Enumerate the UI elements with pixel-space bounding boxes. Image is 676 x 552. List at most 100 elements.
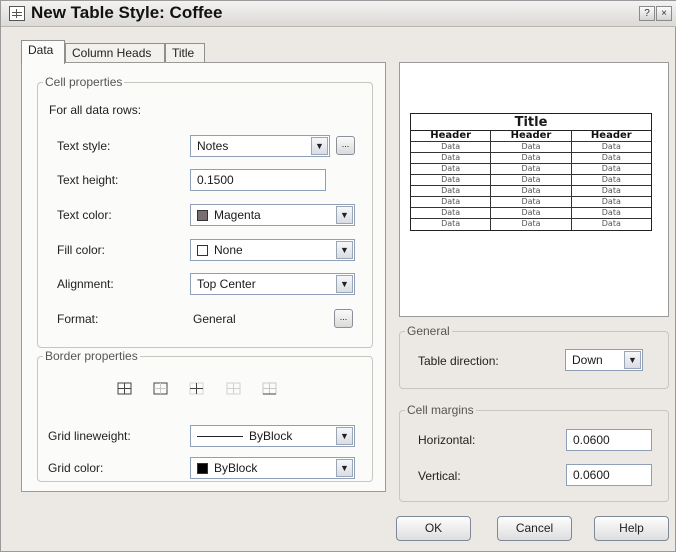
preview-title: Title (411, 114, 651, 131)
help-button[interactable]: Help (594, 516, 669, 541)
preview-data-cell: Data (491, 219, 572, 230)
preview-data-cell: Data (411, 208, 492, 218)
table-direction-value: Down (572, 353, 603, 367)
cell-properties-label: Cell properties (43, 75, 125, 89)
vertical-margin-value: 0.0600 (573, 468, 610, 482)
preview-data-cell: Data (601, 197, 621, 206)
table-style-app-icon (9, 6, 25, 21)
horizontal-label: Horizontal: (418, 433, 476, 447)
chevron-down-icon[interactable]: ▼ (624, 351, 641, 369)
preview-data-cell: Data (491, 197, 572, 207)
preview-data-cell: Data (601, 164, 621, 173)
text-color-select[interactable]: Magenta ▼ (190, 204, 355, 226)
format-browse-button[interactable]: ... (334, 309, 353, 328)
preview-data-cell: Data (601, 142, 621, 151)
horizontal-margin-value: 0.0600 (573, 433, 610, 447)
grid-lineweight-select[interactable]: ByBlock ▼ (190, 425, 355, 447)
fill-color-value: None (214, 243, 243, 257)
inside-borders-icon[interactable] (187, 379, 207, 399)
for-all-data-rows-label: For all data rows: (49, 103, 142, 117)
chevron-down-icon[interactable]: ▼ (336, 275, 353, 293)
preview-data-cell: Data (491, 186, 572, 196)
text-height-label: Text height: (57, 173, 119, 187)
color-swatch-icon (197, 463, 208, 474)
preview-table: Title Header Header Header Data Data Data D… (410, 113, 652, 231)
chevron-down-icon[interactable]: ▼ (311, 137, 328, 155)
cell-margins-label: Cell margins (405, 403, 476, 417)
all-borders-icon[interactable] (115, 379, 135, 399)
preview-data-row: Data Data Data (411, 186, 651, 197)
preview-data-row: Data Data Data (411, 175, 651, 186)
cell-margins-group: Cell margins Horizontal: 0.0600 Vertical… (399, 403, 669, 502)
outside-borders-icon[interactable] (151, 379, 171, 399)
alignment-label: Alignment: (57, 277, 114, 291)
grid-lineweight-value: ByBlock (249, 429, 293, 443)
table-direction-select[interactable]: Down ▼ (565, 349, 643, 371)
alignment-select[interactable]: Top Center ▼ (190, 273, 355, 295)
vertical-margin-field[interactable]: 0.0600 (566, 464, 652, 486)
preview-data-cell: Data (601, 208, 621, 217)
tab-data[interactable]: Data (21, 40, 65, 64)
cancel-button[interactable]: Cancel (497, 516, 572, 541)
preview-header-cell: Header (590, 130, 632, 141)
preview-data-cell: Data (491, 142, 572, 152)
preview-data-row: Data Data Data (411, 164, 651, 175)
general-group: General Table direction: Down ▼ (399, 324, 669, 389)
text-style-select[interactable]: Notes ▼ (190, 135, 330, 157)
preview-header-cell: Header (411, 131, 492, 141)
preview-data-cell: Data (491, 164, 572, 174)
cell-properties-group: Cell properties For all data rows: Text … (37, 75, 373, 348)
preview-header-row: Header Header Header (411, 131, 651, 142)
horizontal-margin-field[interactable]: 0.0600 (566, 429, 652, 451)
preview-data-cell: Data (491, 208, 572, 218)
table-style-dialog: New Table Style: Coffee ? × Data Column … (0, 0, 676, 552)
tab-column-heads[interactable]: Column Heads (65, 43, 165, 63)
preview-data-cell: Data (411, 164, 492, 174)
data-tab-panel: Cell properties For all data rows: Text … (21, 62, 386, 492)
grid-color-select[interactable]: ByBlock ▼ (190, 457, 355, 479)
fill-color-select[interactable]: None ▼ (190, 239, 355, 261)
border-properties-group: Border properties Grid lineweight: ByBlo… (37, 349, 373, 482)
chevron-down-icon[interactable]: ▼ (336, 427, 353, 445)
border-properties-label: Border properties (43, 349, 140, 363)
preview-data-cell: Data (411, 197, 492, 207)
bottom-border-icon[interactable] (260, 379, 280, 399)
preview-data-row: Data Data Data (411, 197, 651, 208)
text-style-label: Text style: (57, 139, 111, 153)
chevron-down-icon[interactable]: ▼ (336, 206, 353, 224)
title-bar[interactable]: New Table Style: Coffee ? × (1, 1, 676, 27)
color-swatch-icon (197, 210, 208, 221)
preview-data-cell: Data (411, 175, 492, 185)
window-title: New Table Style: Coffee (31, 3, 223, 22)
format-value: General (193, 312, 236, 326)
preview-data-row: Data Data Data (411, 153, 651, 164)
text-color-value: Magenta (214, 208, 261, 222)
preview-data-cell: Data (411, 219, 492, 230)
text-color-label: Text color: (57, 208, 112, 222)
chevron-down-icon[interactable]: ▼ (336, 459, 353, 477)
preview-data-rows: Data Data Data Data Data Data Data Data Data Data… (411, 142, 651, 230)
grid-lineweight-label: Grid lineweight: (48, 429, 131, 443)
table-direction-label: Table direction: (418, 354, 499, 368)
preview-data-row: Data Data Data (411, 208, 651, 219)
help-icon[interactable]: ? (639, 6, 655, 21)
close-icon[interactable]: × (656, 6, 672, 21)
tab-title[interactable]: Title (165, 43, 205, 63)
preview-data-cell: Data (411, 142, 492, 152)
preview-data-cell: Data (601, 175, 621, 184)
grid-color-label: Grid color: (48, 461, 104, 475)
preview-data-row: Data Data Data (411, 142, 651, 153)
alignment-value: Top Center (197, 277, 256, 291)
text-style-value: Notes (197, 139, 229, 153)
chevron-down-icon[interactable]: ▼ (336, 241, 353, 259)
text-height-field[interactable]: 0.1500 (190, 169, 326, 191)
preview-data-cell: Data (601, 219, 621, 228)
table-style-preview: Title Header Header Header Data Data Data D… (399, 62, 669, 317)
text-style-browse-button[interactable]: ... (336, 136, 355, 155)
preview-data-cell: Data (411, 186, 492, 196)
fill-color-label: Fill color: (57, 243, 106, 257)
color-swatch-icon (197, 245, 208, 256)
no-borders-icon[interactable] (224, 379, 244, 399)
ok-button[interactable]: OK (396, 516, 471, 541)
vertical-label: Vertical: (418, 469, 461, 483)
